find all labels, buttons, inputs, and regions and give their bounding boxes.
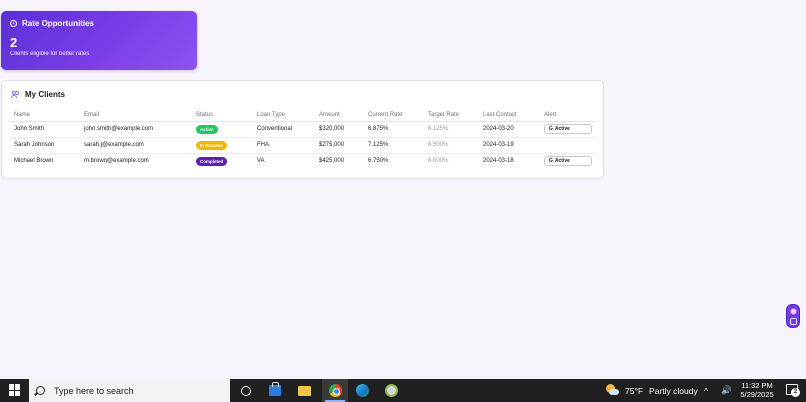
status-cell: Completed: [192, 153, 253, 169]
client-name: Sarah Johnson: [10, 137, 80, 154]
clock-icon: [10, 20, 17, 27]
show-hidden-icons-button[interactable]: ^: [704, 379, 708, 402]
chevron-up-icon: ^: [704, 385, 708, 396]
status-badge: In Process: [196, 140, 227, 150]
client-name: John Smith: [10, 121, 80, 138]
loan-amount: $425,000: [319, 158, 345, 165]
client-name: Michael Brown: [14, 158, 54, 165]
current-rate: 6.750%: [368, 158, 389, 165]
app-page: Rate Opportunities 2 Clients eligible fo…: [0, 0, 806, 379]
edge-app-button[interactable]: [354, 382, 371, 399]
alert-cell: G Active: [540, 121, 596, 138]
last-contact: 2024-03-18: [483, 158, 514, 165]
status-badge: Completed: [196, 156, 228, 166]
search-placeholder: Type here to search: [54, 385, 134, 396]
table-row[interactable]: Michael Brown m.brown@example.com Comple…: [10, 153, 596, 169]
google-icon: G: [549, 126, 553, 132]
rate-card-count: 2: [10, 35, 18, 50]
column-header-loan-type: Loan Type: [253, 109, 315, 122]
loan-amount: $320,000: [315, 121, 364, 138]
google-icon: G: [549, 158, 553, 165]
windows-start-icon[interactable]: [9, 384, 21, 396]
current-rate: 6.875%: [364, 121, 424, 138]
alert-toggle-button[interactable]: G Active: [544, 124, 592, 134]
my-clients-title: My Clients: [25, 90, 66, 99]
table-row[interactable]: John Smith john.smith@example.com Active…: [10, 121, 596, 138]
chrome-app-button[interactable]: [322, 379, 348, 402]
taskbar-clock[interactable]: 11:32 PM 5/29/2025: [738, 381, 776, 399]
app-icon: [385, 384, 398, 397]
column-header-amount: Amount: [315, 109, 364, 122]
last-contact: 2024-03-19: [479, 137, 540, 154]
users-icon: [11, 91, 20, 98]
client-email: sarah.j@example.com: [80, 137, 192, 154]
current-rate: 7.125%: [364, 137, 424, 154]
loan-amount: $275,000: [315, 137, 364, 154]
rate-card-title: Rate Opportunities: [22, 19, 95, 28]
weather-desc: Partly cloudy: [649, 385, 698, 396]
my-clients-card: My Clients Name Email Status Loan Type A…: [1, 80, 604, 179]
status-cell: In Process: [192, 137, 253, 154]
alert-cell: G Active: [540, 153, 596, 169]
loan-type: VA: [257, 158, 265, 165]
floating-assistant-button[interactable]: [786, 304, 800, 328]
assistant-panel-icon: [790, 318, 797, 325]
file-explorer-button[interactable]: [296, 382, 313, 399]
weather-widget[interactable]: 75°F Partly cloudy: [625, 379, 698, 402]
clients-table: Name Email Status Loan Type Amount Curre…: [10, 109, 596, 169]
rate-opportunities-card[interactable]: Rate Opportunities 2 Clients eligible fo…: [1, 11, 197, 70]
task-view-button[interactable]: [237, 382, 254, 399]
alert-cell: [540, 137, 596, 154]
weather-temp: 75°F: [625, 385, 644, 396]
rate-card-subtitle: Clients eligible for better rates: [10, 51, 90, 57]
last-contact: 2024-03-20: [479, 121, 540, 138]
status-badge: Active: [196, 124, 218, 134]
task-view-icon: [240, 385, 251, 396]
time-text: 11:32 PM: [741, 381, 773, 390]
client-email: john.smith@example.com: [80, 121, 192, 138]
date-text: 5/29/2025: [740, 390, 774, 399]
app-button[interactable]: [383, 382, 400, 399]
target-rate: 6.500%: [424, 137, 479, 154]
windows-taskbar: Type here to search 75°F Partly cloudy ^…: [0, 379, 806, 402]
search-icon: [36, 386, 45, 395]
column-header-target-rate: Target Rate: [424, 109, 479, 122]
weather-icon[interactable]: [605, 383, 619, 397]
speaker-icon: 🔊: [721, 385, 732, 395]
status-cell: Active: [192, 121, 253, 138]
edge-icon: [356, 384, 369, 397]
alert-label: Active: [554, 158, 570, 165]
loan-type: FHA: [253, 137, 315, 154]
alert-toggle-button[interactable]: G Active: [544, 156, 592, 167]
column-header-alert: Alert: [540, 109, 596, 122]
loan-type: Conventional: [253, 121, 315, 138]
column-header-name: Name: [10, 109, 80, 122]
column-header-last-contact: Last Contact: [479, 109, 540, 122]
notifications-button[interactable]: 2: [785, 383, 800, 397]
chrome-icon: [328, 384, 342, 397]
column-header-status: Status: [192, 109, 253, 122]
target-rate: 6.000%: [428, 158, 449, 165]
client-email: m.brown@example.com: [84, 158, 149, 165]
volume-button[interactable]: 🔊: [721, 379, 732, 402]
column-header-email: Email: [80, 109, 192, 122]
column-header-current-rate: Current Rate: [364, 109, 424, 122]
taskbar-search-box[interactable]: Type here to search: [29, 379, 230, 402]
table-header-row: Name Email Status Loan Type Amount Curre…: [10, 109, 596, 122]
notification-count: 2: [791, 388, 800, 397]
my-clients-header: My Clients: [11, 90, 65, 99]
store-app-button[interactable]: [266, 382, 283, 399]
store-icon: [268, 382, 281, 396]
rate-card-header: Rate Opportunities: [10, 19, 188, 28]
table-row[interactable]: Sarah Johnson sarah.j@example.com In Pro…: [10, 137, 596, 154]
assistant-icon: [790, 308, 797, 315]
target-rate: 6.125%: [424, 121, 479, 138]
alert-label: Active: [554, 126, 570, 132]
folder-icon: [298, 385, 311, 396]
